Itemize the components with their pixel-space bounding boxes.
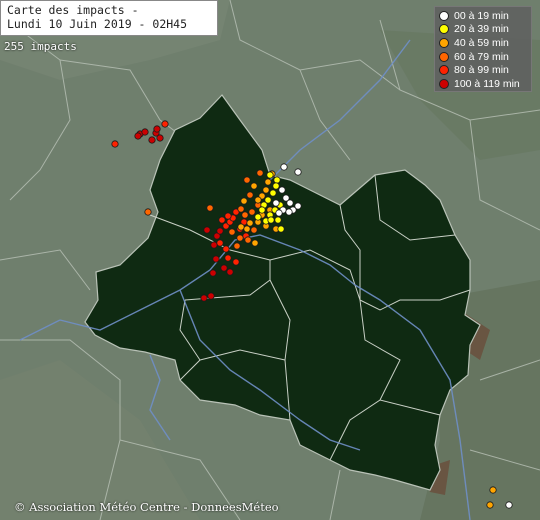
impact-dot xyxy=(144,208,152,216)
impact-dot xyxy=(200,294,208,302)
impact-dot xyxy=(243,225,251,233)
impact-dot xyxy=(243,176,251,184)
legend-item: 80 à 99 min xyxy=(439,63,531,77)
impact-dot xyxy=(226,268,234,276)
impact-dot xyxy=(220,264,228,272)
legend-swatch xyxy=(439,51,449,62)
impact-dot xyxy=(240,197,248,205)
impact-dot xyxy=(250,226,258,234)
impact-dot xyxy=(134,132,142,140)
impact-dot xyxy=(207,292,215,300)
impact-dot xyxy=(222,245,230,253)
impact-dot xyxy=(286,199,294,207)
legend-label: 20 à 39 min xyxy=(454,23,509,36)
map-title-line1: Carte des impacts - xyxy=(7,3,139,17)
legend-item: 20 à 39 min xyxy=(439,23,531,37)
legend-label: 80 à 99 min xyxy=(454,64,509,77)
legend-swatch xyxy=(439,10,449,21)
impact-dot xyxy=(278,186,286,194)
impact-dot xyxy=(280,163,288,171)
impact-dot xyxy=(285,208,293,216)
legend-label: 60 à 79 min xyxy=(454,50,509,63)
impact-dot xyxy=(275,209,283,217)
impact-dot xyxy=(254,196,262,204)
impact-dot xyxy=(203,226,211,234)
impact-dot xyxy=(246,191,254,199)
impact-dot xyxy=(228,228,236,236)
impact-dot xyxy=(210,241,218,249)
impact-dot xyxy=(256,169,264,177)
impact-dot xyxy=(153,125,161,133)
impact-dot xyxy=(262,186,270,194)
impact-dot xyxy=(216,227,224,235)
impact-dot xyxy=(224,254,232,262)
time-legend: 00 à 19 min 20 à 39 min 40 à 59 min 60 à… xyxy=(434,6,532,92)
legend-label: 100 à 119 min xyxy=(454,77,520,90)
legend-item: 100 à 119 min xyxy=(439,77,531,91)
impact-dot xyxy=(156,134,164,142)
impact-dot xyxy=(250,182,258,190)
impact-dot xyxy=(218,216,226,224)
impact-dot xyxy=(272,199,280,207)
impact-dot xyxy=(248,208,256,216)
impact-dot xyxy=(266,171,274,179)
legend-label: 40 à 59 min xyxy=(454,36,509,49)
impact-dot xyxy=(206,204,214,212)
impact-dot xyxy=(489,486,497,494)
legend-item: 00 à 19 min xyxy=(439,9,531,23)
impact-dot xyxy=(246,219,254,227)
impact-dot xyxy=(141,128,149,136)
legend-swatch xyxy=(439,24,449,35)
impact-dot xyxy=(237,205,245,213)
legend-swatch xyxy=(439,37,449,48)
legend-item: 60 à 79 min xyxy=(439,50,531,64)
impact-dot xyxy=(505,501,513,509)
impact-dot xyxy=(267,216,275,224)
impact-dot xyxy=(294,168,302,176)
map-title-line2: Lundi 10 Juin 2019 - 02H45 xyxy=(7,17,188,31)
impact-dot xyxy=(269,189,277,197)
copyright-credit: © Association Météo Centre - DonneesMéte… xyxy=(14,500,279,514)
legend-item: 40 à 59 min xyxy=(439,36,531,50)
impact-dot xyxy=(272,182,280,190)
impact-dot xyxy=(148,136,156,144)
impact-dot xyxy=(161,120,169,128)
impact-dot xyxy=(216,239,224,247)
legend-swatch xyxy=(439,78,449,89)
impact-dot xyxy=(111,140,119,148)
impact-dot xyxy=(254,213,262,221)
impact-dot xyxy=(232,258,240,266)
impact-dot xyxy=(294,202,302,210)
map-title-box: Carte des impacts - Lundi 10 Juin 2019 - … xyxy=(0,0,218,36)
impact-dot xyxy=(277,225,285,233)
impact-dot xyxy=(212,255,220,263)
impact-count: 255 impacts xyxy=(4,40,77,53)
impact-dot xyxy=(237,223,245,231)
legend-swatch xyxy=(439,65,449,76)
impact-dot xyxy=(224,212,232,220)
impact-dot xyxy=(274,216,282,224)
impact-dot xyxy=(251,239,259,247)
legend-label: 00 à 19 min xyxy=(454,9,509,22)
impact-dot xyxy=(241,211,249,219)
impact-dot xyxy=(244,236,252,244)
impact-dot xyxy=(209,269,217,277)
impact-dot xyxy=(233,242,241,250)
impact-dot xyxy=(486,501,494,509)
impact-dot xyxy=(258,206,266,214)
impact-dot xyxy=(236,234,244,242)
lightning-map: Carte des impacts - Lundi 10 Juin 2019 - … xyxy=(0,0,540,520)
impact-dot xyxy=(264,178,272,186)
impact-dot xyxy=(273,176,281,184)
